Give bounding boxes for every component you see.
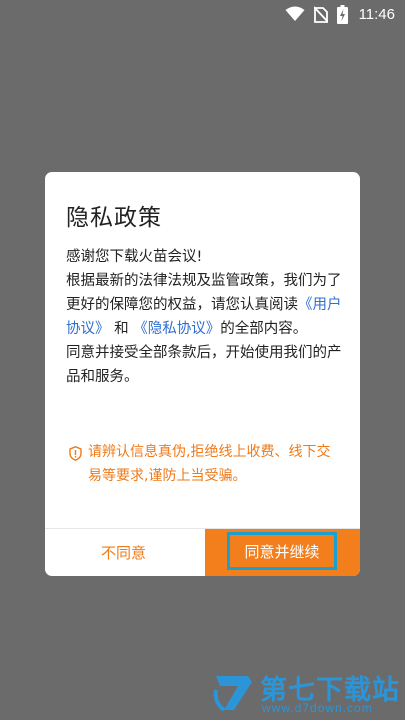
wifi-icon	[285, 6, 305, 22]
status-bar: 11:46	[0, 0, 405, 28]
fraud-notice-text: 请辨认信息真伪,拒绝线上收费、线下交易等要求,谨防上当受骗。	[88, 444, 331, 484]
privacy-agreement-link[interactable]: 《隐私协议》	[133, 321, 220, 337]
policy-text-end: 的全部内容。	[220, 321, 308, 337]
status-time: 11:46	[358, 5, 395, 23]
and-text: 和	[109, 321, 134, 337]
watermark: 第七下载站 www.d7down.com	[212, 668, 402, 718]
privacy-dialog: 隐私政策 感谢您下载火苗会议! 根据最新的法律法规及监管政策，我们为了更好的保障…	[45, 172, 360, 576]
decline-button[interactable]: 不同意	[45, 529, 202, 576]
accept-button-area[interactable]: 同意并继续	[205, 529, 360, 576]
shield-alert-icon	[69, 445, 82, 469]
consent-text: 同意并接受全部条款后，开始使用我们的产品和服务。	[66, 345, 342, 385]
dialog-title: 隐私政策	[66, 205, 162, 231]
status-icons: 11:46	[285, 4, 395, 24]
no-sim-icon	[313, 5, 328, 23]
battery-charging-icon	[336, 4, 348, 24]
fraud-notice: 请辨认信息真伪,拒绝线上收费、线下交易等要求,谨防上当受骗。	[69, 440, 341, 488]
greeting-text: 感谢您下载火苗会议!	[66, 249, 203, 265]
watermark-logo-icon	[212, 672, 256, 718]
watermark-url: www.d7down.com	[262, 701, 373, 715]
dialog-body: 感谢您下载火苗会议! 根据最新的法律法规及监管政策，我们为了更好的保障您的权益，…	[66, 245, 348, 389]
accept-button[interactable]: 同意并继续	[227, 532, 337, 570]
policy-paragraph: 根据最新的法律法规及监管政策，我们为了更好的保障您的权益，请您认真阅读《用户协议…	[66, 269, 348, 341]
